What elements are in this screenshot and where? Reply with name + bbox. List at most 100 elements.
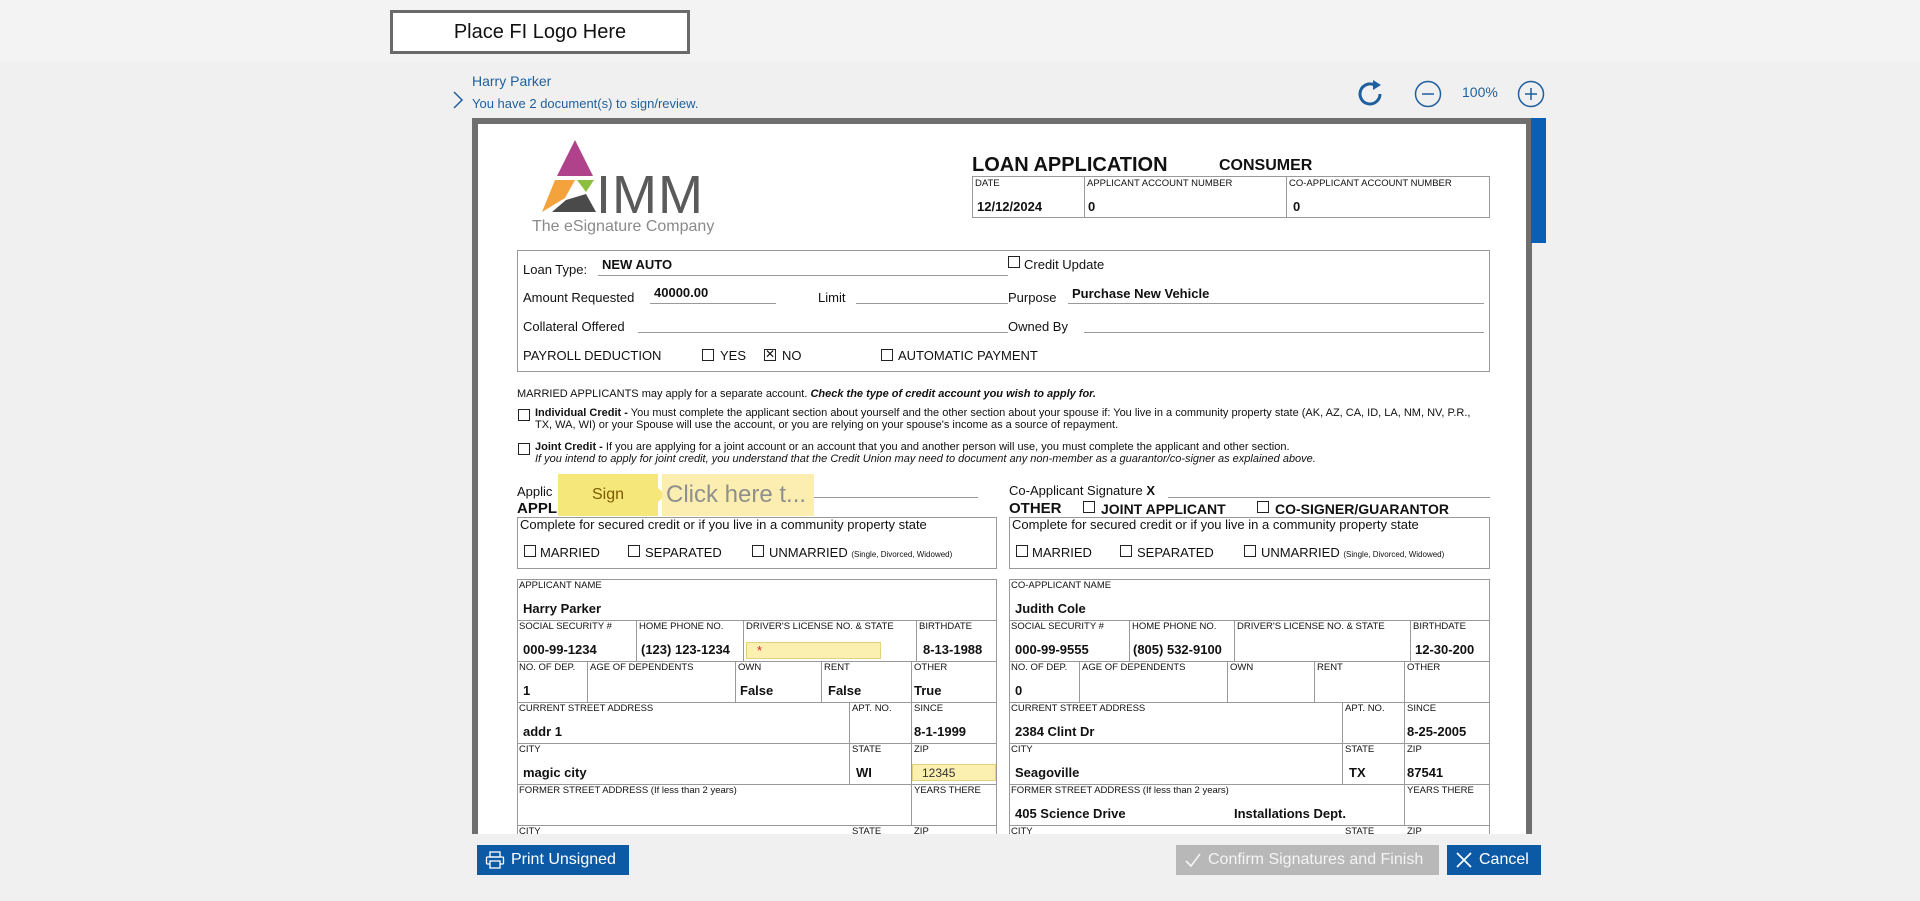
cancel-button[interactable]: Cancel: [1447, 845, 1541, 875]
applicant-dep-value: 1: [523, 683, 531, 698]
credit-update-label: Credit Update: [1024, 257, 1105, 272]
date-label: DATE: [975, 178, 1000, 189]
drivers-license-input[interactable]: *: [746, 642, 881, 659]
coapplicant-secured-note: Complete for secured credit or if you li…: [1012, 517, 1419, 532]
coapplicant-separated-checkbox[interactable]: [1120, 545, 1132, 557]
coapplicant-zip-value: 87541: [1407, 765, 1444, 780]
coapplicant-dl-label: DRIVER'S LICENSE NO. & STATE: [1237, 621, 1385, 632]
applicant-birthdate-value: 8-13-1988: [923, 642, 983, 657]
applicant-other-value: True: [914, 683, 942, 698]
coapplicant-ssn-value: 000-99-9555: [1015, 642, 1089, 657]
other-heading: OTHER: [1009, 500, 1062, 517]
applicant-phone-label: HOME PHONE NO.: [639, 621, 724, 632]
applicant-other-label: OTHER: [914, 662, 948, 673]
joint-credit-text: Joint Credit - If you are applying for a…: [535, 441, 1316, 465]
applicant-signature-label: Applic: [517, 484, 553, 499]
cosigner-checkbox[interactable]: [1257, 501, 1269, 513]
coapplicant-city-value: Seagoville: [1015, 765, 1080, 780]
coapplicant-married-label: MARRIED: [1032, 545, 1092, 560]
applicant-zip-label: ZIP: [914, 744, 929, 755]
coapplicant-name-value: Judith Cole: [1015, 601, 1086, 616]
payroll-yes-checkbox[interactable]: [702, 349, 714, 361]
doc-title: LOAN APPLICATION: [972, 154, 1168, 176]
collateral-label: Collateral Offered: [523, 319, 625, 334]
applicant-married-checkbox[interactable]: [524, 545, 536, 557]
applicant-dep-label: NO. OF DEP.: [519, 662, 576, 673]
chevron-right-icon[interactable]: [452, 90, 464, 110]
loan-type-value: NEW AUTO: [602, 257, 673, 272]
owned-by-label: Owned By: [1008, 319, 1068, 334]
applicant-married-label: MARRIED: [540, 545, 600, 560]
coapplicant-former-label: FORMER STREET ADDRESS (If less than 2 ye…: [1011, 785, 1229, 796]
confirm-signatures-button[interactable]: Confirm Signatures and Finish: [1176, 845, 1439, 875]
married-note: MARRIED APPLICANTS may apply for a separ…: [517, 388, 1096, 400]
brand-tagline: The eSignature Company: [532, 218, 715, 235]
zoom-out-icon[interactable]: [1414, 80, 1442, 108]
applicant-own-value: False: [740, 683, 774, 698]
purpose-label: Purpose: [1008, 290, 1057, 305]
applicant-separated-checkbox[interactable]: [628, 545, 640, 557]
coapplicant-street-label: CURRENT STREET ADDRESS: [1011, 703, 1146, 714]
signer-name: Harry Parker: [472, 73, 552, 89]
coapplicant-dep-label: NO. OF DEP.: [1011, 662, 1068, 673]
checkmark-icon: [1185, 853, 1201, 868]
signature-field[interactable]: Click here t...: [662, 474, 814, 516]
individual-credit-checkbox[interactable]: [518, 409, 530, 421]
applicant-heading: APPL: [517, 500, 558, 517]
coapplicant-age-dep-label: AGE OF DEPENDENTS: [1082, 662, 1186, 673]
coapplicant-unmarried-label: UNMARRIED (Single, Divorced, Widowed): [1261, 545, 1445, 560]
viewer-scrollbar[interactable]: [1531, 118, 1546, 243]
joint-credit-checkbox[interactable]: [518, 443, 530, 455]
refresh-icon[interactable]: [1353, 77, 1387, 111]
applicant-ssn-label: SOCIAL SECURITY #: [519, 621, 612, 632]
applicant-separated-label: SEPARATED: [645, 545, 722, 560]
credit-update-checkbox[interactable]: [1008, 256, 1020, 268]
payroll-no-checkbox[interactable]: [764, 347, 776, 361]
applicant-zip-input[interactable]: 12345: [912, 764, 996, 781]
coapplicant-birthdate-value: 12-30-200: [1415, 642, 1475, 657]
coapplicant-zip-label: ZIP: [1407, 744, 1422, 755]
applicant-unmarried-checkbox[interactable]: [752, 545, 764, 557]
printer-icon: [485, 851, 505, 869]
applicant-since-label: SINCE: [914, 703, 944, 714]
applicant-former-label: FORMER STREET ADDRESS (If less than 2 ye…: [519, 785, 737, 796]
coapplicant-separated-label: SEPARATED: [1137, 545, 1214, 560]
applicant-state-value: WI: [856, 765, 872, 780]
individual-credit-text: Individual Credit - You must complete th…: [535, 407, 1471, 431]
payroll-deduction-label: PAYROLL DEDUCTION: [523, 348, 662, 363]
applicant-age-dep-label: AGE OF DEPENDENTS: [590, 662, 694, 673]
coapplicant-birthdate-label: BIRTHDATE: [1413, 621, 1466, 632]
coapplicant-signature-label: Co-Applicant Signature X: [1009, 483, 1155, 498]
zoom-level: 100%: [1462, 84, 1498, 100]
print-unsigned-label: Print Unsigned: [511, 851, 616, 868]
loan-type-label: Loan Type:: [523, 262, 588, 277]
applicant-former-zip-label: ZIP: [914, 826, 929, 834]
brand-name: IMM: [596, 165, 704, 225]
applicant-secured-note: Complete for secured credit or if you li…: [520, 517, 927, 532]
purpose-value: Purchase New Vehicle: [1072, 286, 1210, 301]
coapplicant-account-value: 0: [1293, 199, 1301, 214]
cancel-label: Cancel: [1479, 851, 1529, 868]
applicant-name-label: APPLICANT NAME: [519, 580, 602, 591]
confirm-signatures-label: Confirm Signatures and Finish: [1208, 851, 1424, 868]
coapplicant-state-label: STATE: [1345, 744, 1375, 755]
sign-button[interactable]: Sign: [558, 474, 658, 516]
close-icon: [1456, 852, 1472, 868]
automatic-payment-label: AUTOMATIC PAYMENT: [898, 348, 1038, 363]
automatic-payment-checkbox[interactable]: [881, 349, 893, 361]
coapplicant-married-checkbox[interactable]: [1016, 545, 1028, 557]
applicant-name-value: Harry Parker: [523, 601, 602, 616]
print-unsigned-button[interactable]: Print Unsigned: [477, 845, 629, 875]
amount-requested-value: 40000.00: [654, 285, 709, 300]
joint-applicant-checkbox[interactable]: [1083, 501, 1095, 513]
applicant-street-label: CURRENT STREET ADDRESS: [519, 703, 654, 714]
applicant-rent-value: False: [828, 683, 862, 698]
bottom-bar: [0, 834, 1920, 901]
coapplicant-rent-label: RENT: [1317, 662, 1343, 673]
coapplicant-unmarried-checkbox[interactable]: [1244, 545, 1256, 557]
applicant-unmarried-label: UNMARRIED (Single, Divorced, Widowed): [769, 545, 953, 560]
coapplicant-other-label: OTHER: [1407, 662, 1441, 673]
coapplicant-own-label: OWN: [1230, 662, 1254, 673]
cosigner-label: CO-SIGNER/GUARANTOR: [1275, 501, 1449, 517]
zoom-in-icon[interactable]: [1517, 80, 1545, 108]
